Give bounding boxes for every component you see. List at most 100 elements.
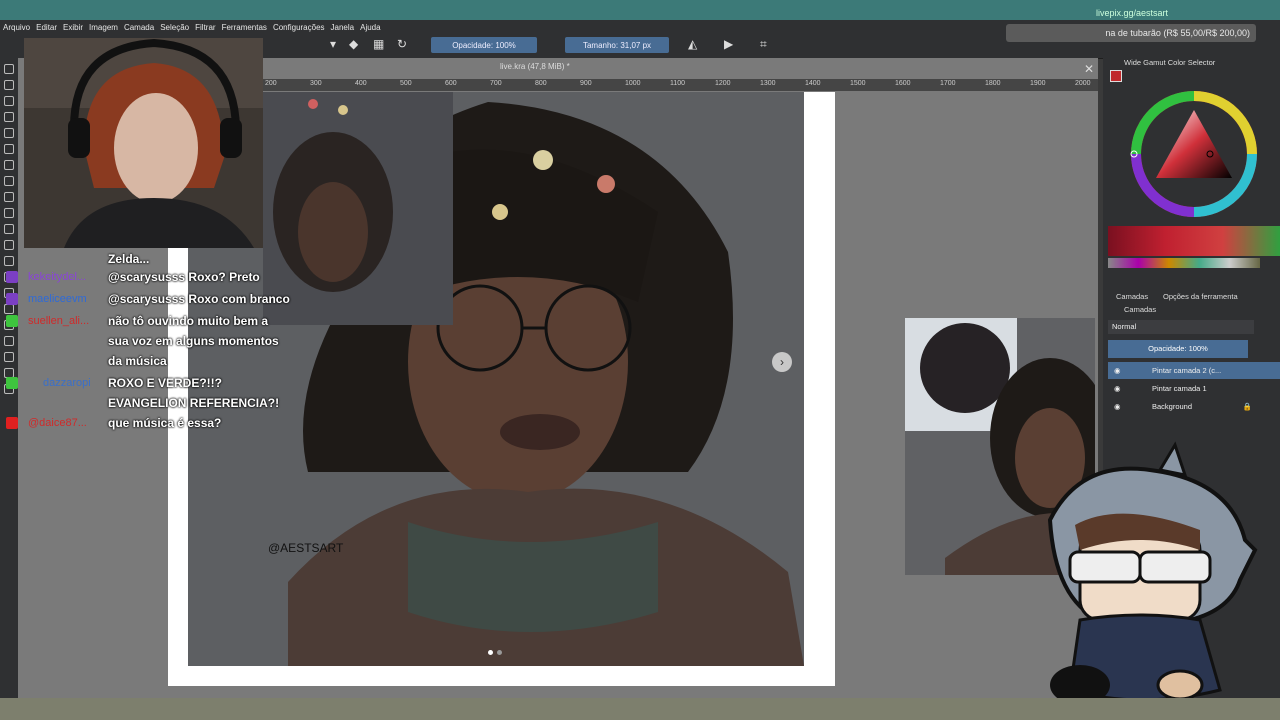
menu-janela[interactable]: Janela	[328, 23, 358, 32]
eraser-icon[interactable]: ◆	[349, 37, 358, 51]
layers-panel-title: Camadas	[1124, 305, 1157, 314]
webcam-overlay	[24, 38, 263, 248]
badge-icon	[6, 271, 18, 283]
ruler-tick-label: 1800	[985, 80, 1001, 87]
badge-icon	[6, 377, 18, 389]
lock-icon[interactable]: 🔒	[1243, 402, 1252, 411]
tab-layers[interactable]: Camadas	[1116, 292, 1148, 301]
ruler-tick-label: 1300	[760, 80, 776, 87]
chat-message: não tô ouvindo muito bem a	[108, 314, 268, 328]
menu-configuracoes[interactable]: Configurações	[270, 23, 328, 32]
ruler-tick-label: 1400	[805, 80, 821, 87]
ruler-tick-label: 600	[445, 80, 457, 87]
ruler-tick-label: 1000	[625, 80, 641, 87]
move-tool-icon[interactable]	[4, 224, 14, 234]
ruler-tick-label: 1200	[715, 80, 731, 87]
menu-filtrar[interactable]: Filtrar	[192, 23, 218, 32]
ruler-tick-label: 400	[355, 80, 367, 87]
edit-shapes-icon[interactable]	[4, 96, 14, 106]
chevron-right-icon[interactable]: ›	[772, 352, 792, 372]
chat-message: sua voz em alguns momentos	[108, 334, 279, 348]
ruler-tick-label: 200	[265, 80, 277, 87]
text-tool-icon[interactable]	[4, 80, 14, 90]
artist-signature: @AESTSART	[268, 541, 344, 555]
polygon-tool-icon[interactable]	[4, 176, 14, 186]
chat-message: da música	[108, 354, 167, 368]
menu-arquivo[interactable]: Arquivo	[0, 23, 33, 32]
mirror-vertical-icon[interactable]: ▶	[724, 37, 733, 51]
chat-username[interactable]: maeliceevm	[28, 293, 106, 305]
menu-editar[interactable]: Editar	[33, 23, 60, 32]
ruler-tick-label: 1600	[895, 80, 911, 87]
menu-imagem[interactable]: Imagem	[86, 23, 121, 32]
horizontal-ruler: 200 300 400 500 600 700 800 900 1000 1100 1200 1300…	[263, 79, 1098, 91]
gradient-tool-icon[interactable]	[4, 208, 14, 218]
ruler-tick-label: 1700	[940, 80, 956, 87]
chat-message: EVANGELION REFERENCIA?!	[108, 396, 280, 410]
menu-exibir[interactable]: Exibir	[60, 23, 86, 32]
ruler-tick-label: 2000	[1075, 80, 1091, 87]
ruler-tick-label: 1500	[850, 80, 866, 87]
chat-message: que música é essa?	[108, 416, 222, 430]
ruler-tick-label: 1900	[1030, 80, 1046, 87]
rectangle-tool-icon[interactable]	[4, 144, 14, 154]
menu-camada[interactable]: Camada	[121, 23, 157, 32]
menu-selecao[interactable]: Seleção	[157, 23, 192, 32]
ruler-tick-label: 900	[580, 80, 592, 87]
color-selector-title: Wide Gamut Color Selector	[1124, 58, 1216, 67]
ruler-tick-label: 1100	[670, 80, 686, 87]
ruler-tick-label: 500	[400, 80, 412, 87]
menu-ajuda[interactable]: Ajuda	[357, 23, 383, 32]
color-history-swatches[interactable]	[1108, 258, 1260, 268]
opacity-field[interactable]: Opacidade: 100%	[431, 37, 537, 53]
tab-tool-options[interactable]: Opções da ferramenta	[1163, 292, 1238, 301]
layer-row[interactable]: ◉ Pintar camada 1	[1108, 380, 1280, 397]
chat-overlay: Zelda... kekeitydel... @scarysusss Roxo?…	[0, 250, 310, 440]
overlay-url: livepix.gg/aestsart	[1096, 8, 1169, 18]
select-tool-icon[interactable]	[4, 64, 14, 74]
mirror-horizontal-icon[interactable]: ◭	[688, 37, 697, 51]
eye-icon[interactable]: ◉	[1114, 384, 1124, 393]
document-title: live.kra (47,8 MiB) *	[500, 62, 570, 71]
mascot-sticker	[1040, 440, 1260, 710]
badge-icon	[6, 315, 18, 327]
chat-message: ROXO E VERDE?!!?	[108, 376, 223, 390]
line-tool-icon[interactable]	[4, 128, 14, 138]
layer-name: Pintar camada 1	[1152, 384, 1207, 393]
chat-username[interactable]: @daice87...	[28, 417, 106, 429]
badge-icon	[6, 293, 18, 305]
color-wheel[interactable]	[1128, 88, 1260, 220]
layer-name: Background	[1152, 402, 1193, 411]
pager-dot-active[interactable]	[488, 650, 493, 655]
crop-icon[interactable]: ⌗	[760, 37, 767, 52]
blend-mode-select[interactable]: Normal	[1108, 320, 1254, 334]
chat-username[interactable]: kekeitydel...	[28, 271, 106, 283]
ellipse-tool-icon[interactable]	[4, 160, 14, 170]
pager-dot[interactable]	[497, 650, 502, 655]
layer-name: Pintar camada 2 (c...	[1152, 366, 1222, 375]
transform-tool-icon[interactable]	[4, 240, 14, 250]
ruler-tick-label: 300	[310, 80, 322, 87]
chat-message: Zelda...	[108, 252, 150, 266]
donation-goal-overlay: na de tubarão (R$ 55,00/R$ 200,00)	[1006, 24, 1256, 42]
ruler-tick-label: 700	[490, 80, 502, 87]
color-sliders[interactable]	[1108, 226, 1280, 256]
alpha-lock-icon[interactable]: ▦	[373, 37, 384, 51]
reset-icon[interactable]: ↻	[397, 37, 407, 51]
fill-tool-icon[interactable]	[4, 192, 14, 202]
close-icon[interactable]: ✕	[1084, 62, 1094, 76]
ruler-tick-label: 800	[535, 80, 547, 87]
layer-opacity-slider[interactable]: Opacidade: 100%	[1108, 340, 1248, 358]
eye-icon[interactable]: ◉	[1114, 402, 1124, 411]
size-field[interactable]: Tamanho: 31,07 px	[565, 37, 669, 53]
brush-tool-icon[interactable]	[4, 112, 14, 122]
stream-top-strip	[0, 0, 1280, 20]
menu-ferramentas[interactable]: Ferramentas	[219, 23, 270, 32]
eye-icon[interactable]: ◉	[1114, 366, 1124, 375]
chevron-down-icon[interactable]: ▾	[330, 37, 336, 51]
layer-row[interactable]: ◉ Pintar camada 2 (c...	[1108, 362, 1280, 379]
foreground-color-swatch[interactable]	[1110, 70, 1122, 82]
layer-row[interactable]: ◉ Background 🔒	[1108, 398, 1280, 415]
badge-icon	[6, 417, 18, 429]
chat-username[interactable]: suellen_ali...	[28, 315, 106, 327]
